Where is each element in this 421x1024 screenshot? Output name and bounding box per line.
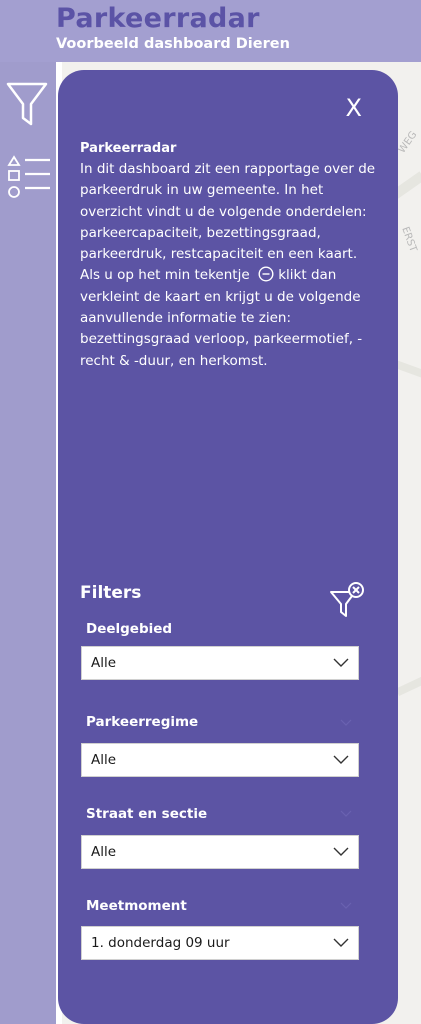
- clear-filters-button[interactable]: [328, 580, 368, 620]
- dropdown-value: Alle: [91, 655, 117, 671]
- dropdown-straat-en-sectie[interactable]: Alle: [81, 835, 359, 869]
- info-filter-panel: X Parkeerradar In dit dashboard zit een …: [58, 70, 398, 1024]
- dropdown-deelgebied[interactable]: Alle: [81, 646, 359, 680]
- close-button[interactable]: X: [346, 94, 362, 122]
- dropdown-meetmoment[interactable]: 1. donderdag 09 uur: [81, 926, 359, 960]
- filter-label-meetmoment: Meetmoment: [86, 898, 187, 914]
- chevron-down-icon: [333, 938, 349, 947]
- chevron-down-icon: [333, 847, 349, 856]
- eraser-icon[interactable]: [340, 810, 352, 818]
- dropdown-value: Alle: [91, 844, 117, 860]
- minus-circle-icon: [258, 266, 274, 282]
- eraser-icon[interactable]: [340, 719, 352, 727]
- dropdown-value: Alle: [91, 752, 117, 768]
- filter-label-straat-en-sectie: Straat en sectie: [86, 806, 208, 822]
- filter-label-parkeerregime: Parkeerregime: [86, 714, 199, 730]
- clear-filter-icon: [330, 582, 364, 617]
- dropdown-value: 1. donderdag 09 uur: [91, 935, 230, 951]
- map-road-label: WEG: [396, 129, 420, 156]
- legend-list-icon: [7, 155, 50, 198]
- map-road-label: ERST: [399, 225, 419, 254]
- left-rail: [0, 62, 56, 1024]
- info-text-part-1: In dit dashboard zit een rapportage over…: [80, 161, 376, 284]
- info-text: In dit dashboard zit een rapportage over…: [80, 159, 380, 372]
- legend-button[interactable]: [6, 154, 52, 200]
- info-title: Parkeerradar: [80, 141, 177, 156]
- app-title: Parkeerradar: [56, 3, 260, 34]
- filter-pane-button[interactable]: [4, 80, 50, 128]
- filter-label-deelgebied: Deelgebied: [86, 621, 173, 637]
- filters-heading: Filters: [80, 583, 142, 603]
- chevron-down-icon: [333, 755, 349, 764]
- chevron-down-icon: [333, 658, 349, 667]
- eraser-icon[interactable]: [340, 902, 352, 910]
- app-subtitle: Voorbeeld dashboard Dieren: [56, 36, 290, 52]
- map-road: [395, 676, 421, 696]
- dropdown-parkeerregime[interactable]: Alle: [81, 743, 359, 777]
- header-bar: Parkeerradar Voorbeeld dashboard Dieren: [0, 0, 421, 62]
- filter-icon: [6, 82, 48, 126]
